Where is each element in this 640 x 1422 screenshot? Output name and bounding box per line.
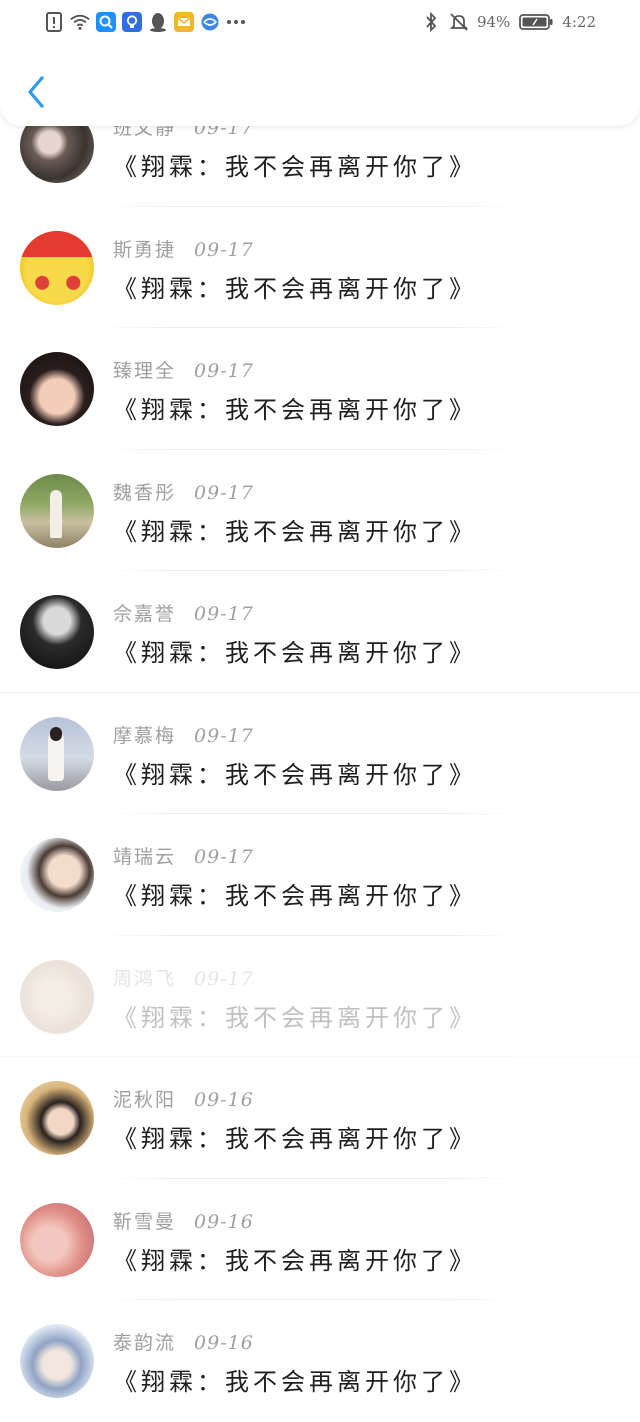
comment-date: 09-16 [194,1332,254,1354]
comment-list: 班文静 09-17 《翔霖：我不会再离开你了》 斯勇捷 09-17 《翔霖：我不… [0,85,640,1422]
avatar[interactable] [20,473,94,548]
comment-text: 《翔霖：我不会再离开你了》 [113,517,477,546]
comment-item[interactable]: 臻理全 09-17 《翔霖：我不会再离开你了》 [0,328,640,450]
commenter-name[interactable]: 泥秋阳 [113,1085,176,1112]
comment-text: 《翔霖：我不会再离开你了》 [113,1246,477,1275]
comment-date: 09-16 [194,1089,254,1111]
comment-date: 09-17 [194,481,254,504]
clock-time: 4:22 [562,13,596,31]
comment-date: 09-17 [194,724,254,747]
avatar[interactable] [20,838,94,912]
avatar[interactable] [20,716,94,791]
bluetooth-icon [421,12,441,32]
avatar[interactable] [20,230,94,305]
comment-item[interactable]: 周鸿飞 09-17 《翔霖：我不会再离开你了》 [0,936,640,1057]
comment-meta: 泥秋阳 09-16 [113,1085,254,1112]
comment-meta: 靳雪曼 09-16 [113,1207,254,1234]
commenter-name[interactable]: 佘嘉誉 [113,599,176,626]
search-app-icon [96,12,116,32]
commenter-name[interactable]: 臻理全 [113,356,176,383]
comment-text: 《翔霖：我不会再离开你了》 [113,1003,477,1032]
comment-text: 《翔霖：我不会再离开你了》 [113,882,477,910]
comment-meta: 魏香彤 09-17 [113,478,254,505]
comment-item[interactable]: 泰韵流 09-16 《翔霖：我不会再离开你了》 [0,1300,640,1422]
avatar[interactable] [20,1324,94,1398]
avatar[interactable] [20,1202,94,1277]
comment-item[interactable]: 靳雪曼 09-16 《翔霖：我不会再离开你了》 [0,1179,640,1300]
comment-date: 09-17 [194,238,254,261]
avatar[interactable] [20,352,94,426]
penguin-icon [148,12,168,32]
wifi-icon [70,12,90,32]
comment-item[interactable]: 靖瑞云 09-17 《翔霖：我不会再离开你了》 [0,814,640,936]
mail-app-icon [174,12,194,32]
commenter-name[interactable]: 靖瑞云 [113,842,176,869]
chevron-left-icon [28,76,44,108]
comment-text: 《翔霖：我不会再离开你了》 [113,153,477,181]
comment-text: 《翔霖：我不会再离开你了》 [113,760,477,789]
commenter-name[interactable]: 斯勇捷 [113,235,176,262]
status-bar-system: 94% 4:22 [421,11,596,33]
lightbulb-app-icon [122,12,142,32]
comment-text: 《翔霖：我不会再离开你了》 [113,274,477,303]
comment-date: 09-17 [194,967,254,990]
comment-text: 《翔霖：我不会再离开你了》 [113,1125,477,1153]
top-header: 94% 4:22 [0,0,640,126]
comment-item[interactable]: 魏香彤 09-17 《翔霖：我不会再离开你了》 [0,450,640,571]
commenter-name[interactable]: 周鸿飞 [113,964,176,991]
battery-icon [518,12,554,32]
comment-meta: 周鸿飞 09-17 [113,964,254,991]
comment-list-screen: 班文静 09-17 《翔霖：我不会再离开你了》 斯勇捷 09-17 《翔霖：我不… [0,0,640,1422]
alert-icon [44,12,64,32]
comment-text: 《翔霖：我不会再离开你了》 [113,396,477,424]
status-bar: 94% 4:22 [0,0,640,44]
status-bar-notifications [44,11,246,33]
comment-date: 09-17 [194,360,254,382]
commenter-name[interactable]: 摩慕梅 [113,721,176,748]
comment-meta: 斯勇捷 09-17 [113,235,254,262]
comment-meta: 摩慕梅 09-17 [113,721,254,748]
battery-percentage: 94% [476,13,511,31]
comment-item[interactable]: 斯勇捷 09-17 《翔霖：我不会再离开你了》 [0,207,640,328]
comment-item[interactable]: 摩慕梅 09-17 《翔霖：我不会再离开你了》 [0,693,640,814]
comment-date: 09-17 [194,603,254,625]
comment-date: 09-16 [194,1210,254,1233]
commenter-name[interactable]: 泰韵流 [113,1328,176,1355]
bell-muted-icon [449,12,469,32]
comment-item[interactable]: 佘嘉誉 09-17 《翔霖：我不会再离开你了》 [0,571,640,693]
comment-text: 《翔霖：我不会再离开你了》 [113,639,477,667]
comment-text: 《翔霖：我不会再离开你了》 [113,1368,477,1396]
comment-meta: 泰韵流 09-16 [113,1328,254,1355]
back-button[interactable] [18,72,54,112]
comment-date: 09-17 [194,846,254,868]
comment-meta: 佘嘉誉 09-17 [113,599,254,626]
comment-meta: 臻理全 09-17 [113,356,254,383]
commenter-name[interactable]: 靳雪曼 [113,1207,176,1234]
commenter-name[interactable]: 魏香彤 [113,478,176,505]
more-icon [226,12,246,32]
avatar[interactable] [20,959,94,1034]
comment-item[interactable]: 泥秋阳 09-16 《翔霖：我不会再离开你了》 [0,1057,640,1179]
browser-app-icon [200,12,220,32]
avatar[interactable] [20,1081,94,1155]
comment-meta: 靖瑞云 09-17 [113,842,254,869]
avatar[interactable] [20,595,94,669]
